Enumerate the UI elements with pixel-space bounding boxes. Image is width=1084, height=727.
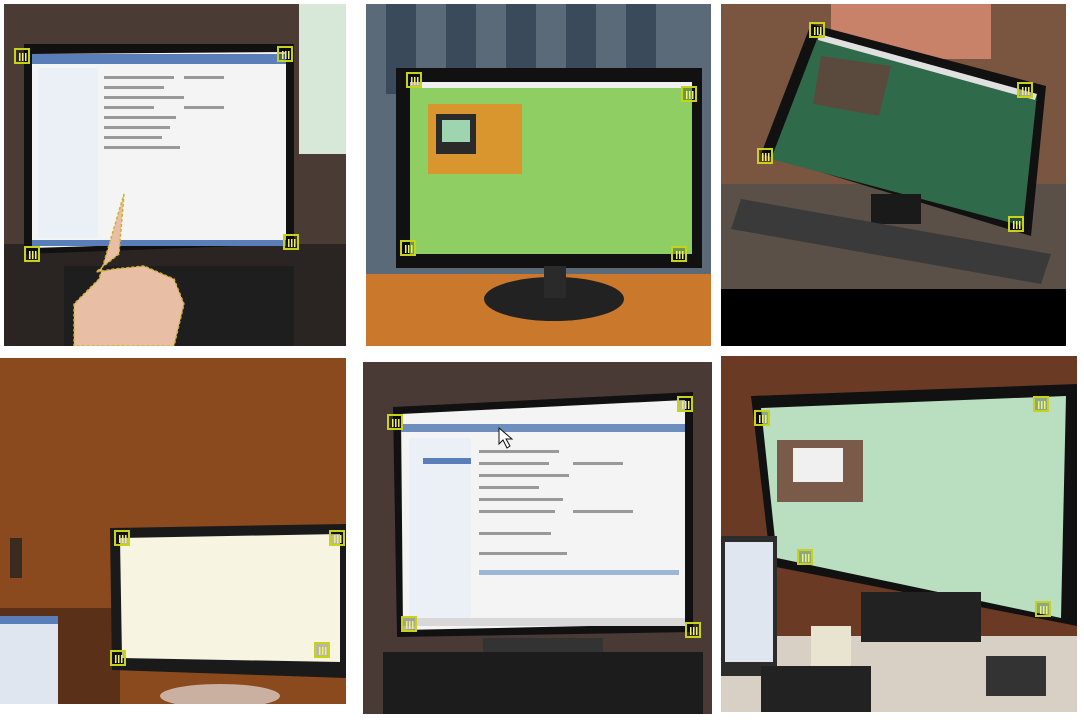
photo-bright-laptop: [0, 358, 346, 704]
tile-laptop-with-hand: [4, 4, 346, 346]
tile-monitor-light-green: [721, 356, 1077, 712]
corner-marker: [1008, 216, 1024, 232]
corner-marker: [401, 616, 417, 632]
corner-marker: [110, 650, 126, 666]
corner-marker: [677, 396, 693, 412]
corner-marker: [283, 234, 299, 250]
corner-marker: [314, 642, 330, 658]
photo-tilted-monitor: [721, 4, 1066, 346]
photo-monitor-light-green: [721, 356, 1077, 712]
corner-marker: [329, 530, 345, 546]
corner-marker: [1033, 396, 1049, 412]
corner-marker: [757, 148, 773, 164]
photo-laptop-hand: [4, 4, 346, 346]
tile-laptop-cursor: [363, 362, 712, 714]
tile-monitor-green-inset: [366, 4, 711, 346]
corner-marker: [1017, 82, 1033, 98]
corner-marker: [114, 530, 130, 546]
corner-marker: [14, 48, 30, 64]
corner-marker: [681, 86, 697, 102]
corner-marker: [671, 246, 687, 262]
corner-marker: [277, 46, 293, 62]
corner-marker: [406, 72, 422, 88]
tile-bright-laptop: [0, 358, 346, 704]
corner-marker: [387, 414, 403, 430]
corner-marker: [685, 622, 701, 638]
photo-monitor-green: [366, 4, 711, 346]
corner-marker: [1035, 601, 1051, 617]
tile-tilted-monitor: [721, 4, 1066, 346]
corner-marker: [24, 246, 40, 262]
corner-marker: [754, 410, 770, 426]
corner-marker: [797, 549, 813, 565]
corner-marker: [809, 22, 825, 38]
corner-marker: [400, 240, 416, 256]
photo-laptop-cursor: [363, 362, 712, 714]
